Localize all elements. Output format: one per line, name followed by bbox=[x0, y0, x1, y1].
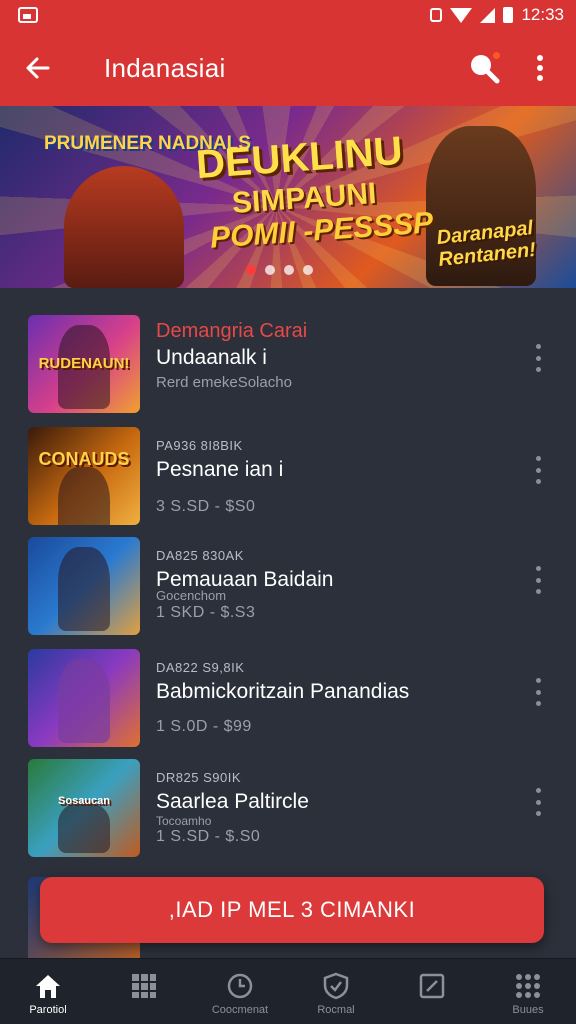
primary-action-button[interactable]: ,IAD IP MEL 3 CIMANKI bbox=[40, 877, 544, 943]
status-icons: 12:33 bbox=[430, 5, 564, 25]
carousel-dot[interactable] bbox=[303, 265, 313, 275]
thumbnail-figure bbox=[58, 547, 110, 631]
thumbnail-figure bbox=[58, 803, 110, 853]
carousel-dot[interactable] bbox=[284, 265, 294, 275]
search-badge bbox=[491, 50, 502, 61]
thumbnail-label: RUDENAUN! bbox=[38, 355, 130, 372]
item-thumbnail bbox=[28, 537, 140, 635]
item-code: DA825 830AK bbox=[156, 548, 244, 563]
item-price: 3 S.SD - $S0 bbox=[156, 498, 256, 515]
nav-label: Buues bbox=[512, 1004, 544, 1016]
item-subtitle: Rerd emekeSolacho bbox=[156, 374, 292, 391]
status-bar: 12:33 bbox=[0, 0, 576, 30]
thumbnail-figure bbox=[58, 659, 110, 743]
status-time: 12:33 bbox=[521, 5, 564, 24]
arrow-left-icon bbox=[26, 57, 50, 79]
list-item[interactable]: DA822 S9,8IK Babmickoritzain Panandias 1… bbox=[0, 634, 576, 747]
item-price: 1 S.0D - $99 bbox=[156, 718, 252, 735]
back-button[interactable] bbox=[16, 46, 60, 90]
screenshot-icon bbox=[18, 7, 38, 23]
item-subtitle: Tocoamho bbox=[156, 814, 212, 828]
item-title: Undaanalk i bbox=[156, 346, 267, 369]
battery-icon bbox=[503, 7, 514, 23]
item-more-button[interactable] bbox=[528, 674, 548, 710]
wifi-icon bbox=[450, 7, 473, 23]
item-title: Saarlea Paltircle bbox=[156, 790, 309, 813]
list-item[interactable]: RUDENAUN! Demangria Carai Undaanalk i Re… bbox=[0, 300, 576, 413]
item-more-button[interactable] bbox=[528, 340, 548, 376]
shield-icon bbox=[321, 971, 351, 1001]
item-subtitle: Gocenchom bbox=[156, 588, 227, 603]
nav-item-home[interactable]: Parotiol bbox=[0, 959, 96, 1024]
notification-icon bbox=[430, 8, 443, 22]
item-thumbnail: RUDENAUN! bbox=[28, 315, 140, 413]
nav-item-apps[interactable]: Buues bbox=[480, 959, 576, 1024]
thumbnail-figure bbox=[58, 467, 110, 525]
nav-label: Coocmenat bbox=[211, 1004, 269, 1016]
nav-item-shield[interactable]: Rocmal bbox=[288, 959, 384, 1024]
list-item[interactable]: CONAUDS PA936 8I8BIK Pesnane ian i 3 S.S… bbox=[0, 412, 576, 525]
carousel-indicator bbox=[246, 265, 313, 275]
item-thumbnail: CONAUDS bbox=[28, 427, 140, 525]
item-category: Demangria Carai bbox=[156, 320, 308, 342]
carousel-dot[interactable] bbox=[265, 265, 275, 275]
item-code: DR825 S90IK bbox=[156, 770, 241, 785]
banner-hero-left bbox=[64, 166, 184, 288]
signal-icon bbox=[480, 7, 496, 23]
item-code: DA822 S9,8IK bbox=[156, 660, 245, 675]
list-item[interactable]: DA825 830AK Pemauaan Baidain Gocenchom 1… bbox=[0, 522, 576, 635]
item-title: Babmickoritzain Panandias bbox=[156, 680, 410, 703]
bottom-navigation: Parotiol Coocmenat Rocmal Buues bbox=[0, 958, 576, 1024]
thumbnail-label: Sosaucan bbox=[58, 795, 110, 807]
nav-label: Rocmal bbox=[317, 1004, 355, 1016]
item-price: 1 SKD - $.S3 bbox=[156, 604, 256, 621]
item-thumbnail: Sosaucan bbox=[28, 759, 140, 857]
nav-item-edit[interactable] bbox=[384, 959, 480, 1024]
app-bar: Indanasiai bbox=[0, 30, 576, 106]
item-more-button[interactable] bbox=[528, 452, 548, 488]
item-more-button[interactable] bbox=[528, 784, 548, 820]
apps-icon bbox=[513, 971, 543, 1001]
item-title: Pesnane ian i bbox=[156, 458, 284, 481]
more-vertical-icon bbox=[537, 55, 543, 81]
item-code: PA936 8I8BIK bbox=[156, 438, 243, 453]
home-icon bbox=[33, 971, 63, 1001]
search-button[interactable] bbox=[462, 46, 506, 90]
item-thumbnail bbox=[28, 649, 140, 747]
promo-banner[interactable]: PRUMENER NADNALS DEUKLINU SIMPAUNI POMII… bbox=[0, 106, 576, 288]
nav-item-grid[interactable] bbox=[96, 959, 192, 1024]
nav-item-clock[interactable]: Coocmenat bbox=[192, 959, 288, 1024]
carousel-dot[interactable] bbox=[246, 265, 256, 275]
list-item[interactable]: Sosaucan DR825 S90IK Saarlea Paltircle T… bbox=[0, 744, 576, 857]
page-title: Indanasiai bbox=[104, 52, 226, 83]
overflow-menu-button[interactable] bbox=[520, 46, 560, 90]
item-price: 1 S.SD - $.S0 bbox=[156, 828, 261, 845]
thumbnail-label: CONAUDS bbox=[38, 449, 130, 469]
clock-icon bbox=[225, 971, 255, 1001]
nav-label: Parotiol bbox=[29, 1004, 67, 1016]
edit-icon bbox=[417, 971, 447, 1001]
grid-icon bbox=[129, 971, 159, 1001]
item-more-button[interactable] bbox=[528, 562, 548, 598]
